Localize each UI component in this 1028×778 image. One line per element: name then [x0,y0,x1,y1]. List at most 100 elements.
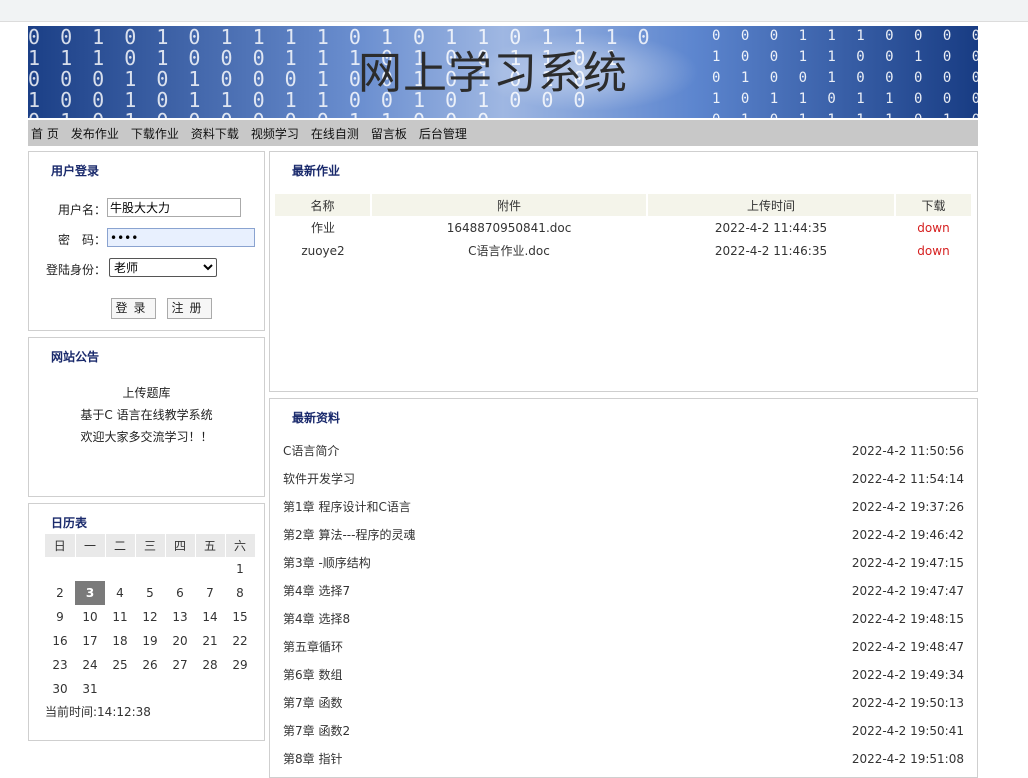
calendar-day[interactable]: 10 [75,605,105,629]
calendar-day[interactable]: 30 [45,677,75,701]
calendar-day[interactable]: 23 [45,653,75,677]
calendar-empty [135,677,165,701]
calendar-empty [165,557,195,581]
calendar-day[interactable]: 20 [165,629,195,653]
resource-time: 2022-4-2 11:50:56 [851,444,964,458]
calendar-day[interactable]: 31 [75,677,105,701]
calendar-day[interactable]: 9 [45,605,75,629]
homework-download-link[interactable]: down [895,239,972,262]
username-input[interactable] [107,198,241,217]
resource-item[interactable]: C语言简介 2022-4-2 11:50:56 [270,437,977,465]
calendar-day[interactable]: 8 [225,581,255,605]
calendar-day[interactable]: 1 [225,557,255,581]
calendar-day[interactable]: 3 [75,581,105,605]
binary-pattern-right: 0 0 0 1 1 1 0 0 0 0 0 1 0 1 0 0 1 1 0 0 1… [712,26,978,118]
resource-item[interactable]: 第2章 算法---程序的灵魂 2022-4-2 19:46:42 [270,521,977,549]
resource-item[interactable]: 第五章循环 2022-4-2 19:48:47 [270,633,977,661]
nav-link-6[interactable]: 留言板 [371,125,407,142]
resource-item[interactable]: 第4章 选择7 2022-4-2 19:47:47 [270,577,977,605]
right-column: 最新作业 名称 附件 上传时间 下载 作业 1648870950841.doc 20… [269,151,978,778]
calendar-day[interactable]: 18 [105,629,135,653]
homework-row: zuoye2 C语言作业.doc 2022-4-2 11:46:35 down [275,239,972,262]
calendar-day[interactable]: 17 [75,629,105,653]
password-input[interactable] [107,228,255,247]
login-title: 用户登录 [51,164,100,178]
resource-time: 2022-4-2 19:50:13 [851,696,964,710]
resource-item[interactable]: 第1章 程序设计和C语言 2022-4-2 19:37:26 [270,493,977,521]
resource-name[interactable]: 第2章 算法---程序的灵魂 [283,521,415,549]
homework-table: 名称 附件 上传时间 下载 作业 1648870950841.doc 2022-4-… [275,194,973,262]
calendar-day[interactable]: 11 [105,605,135,629]
binary-row: 0 0 0 1 1 1 0 0 0 0 0 1 0 [712,28,978,44]
resource-item[interactable]: 第4章 选择8 2022-4-2 19:48:15 [270,605,977,633]
calendar-day[interactable]: 24 [75,653,105,677]
calendar-day[interactable]: 22 [225,629,255,653]
resource-name[interactable]: 第五章循环 [283,633,343,661]
resource-name[interactable]: 第6章 数组 [283,661,342,689]
calendar-day[interactable]: 15 [225,605,255,629]
resource-name[interactable]: 第7章 函数2 [283,717,350,745]
calendar-empty [135,557,165,581]
calendar-day[interactable]: 26 [135,653,165,677]
calendar-day[interactable]: 13 [165,605,195,629]
nav-link-0[interactable]: 首 页 [31,125,59,142]
calendar-day[interactable]: 25 [105,653,135,677]
resource-time: 2022-4-2 19:47:47 [851,584,964,598]
password-label: 密 码： [57,233,106,247]
resource-name[interactable]: 第8章 指针 [283,745,342,773]
resource-item[interactable]: 第8章 指针 2022-4-2 19:51:08 [270,745,977,773]
resource-name[interactable]: 第3章 -顺序结构 [283,549,371,577]
calendar-day[interactable]: 28 [195,653,225,677]
nav-link-2[interactable]: 下载作业 [131,125,179,142]
main-nav: 首 页发布作业 下载作业 资料下载 视频学习 在线自测 留言板 后台管理 [28,120,978,146]
calendar-day[interactable]: 16 [45,629,75,653]
resource-name[interactable]: 第4章 选择8 [283,605,350,633]
resource-item[interactable]: 第7章 函数 2022-4-2 19:50:13 [270,689,977,717]
resource-item[interactable]: 第7章 函数2 2022-4-2 19:50:41 [270,717,977,745]
nav-link-5[interactable]: 在线自测 [311,125,359,142]
site-banner: 0 0 1 0 1 0 1 1 1 1 0 1 0 1 1 0 1 1 1 01… [28,26,978,118]
nav-link-7[interactable]: 后台管理 [419,125,467,142]
resource-item[interactable]: 第6章 数组 2022-4-2 19:49:34 [270,661,977,689]
weekday-cell: 六 [225,534,256,557]
calendar-day[interactable]: 5 [135,581,165,605]
resource-item[interactable]: 第3章 -顺序结构 2022-4-2 19:47:15 [270,549,977,577]
calendar-week: 16 17 18 19 20 21 22 [45,629,255,653]
calendar-day[interactable]: 6 [165,581,195,605]
resource-name[interactable]: 软件开发学习 [283,465,355,493]
binary-row: 1 0 0 1 1 0 0 1 0 0 1 0 1 [712,49,978,65]
resource-item[interactable]: 软件开发学习 2022-4-2 11:54:14 [270,465,977,493]
homework-download-link[interactable]: down [895,216,972,239]
nav-link-4[interactable]: 视频学习 [251,125,299,142]
calendar-empty [165,677,195,701]
nav-link-3[interactable]: 资料下载 [191,125,239,142]
calendar-day[interactable]: 19 [135,629,165,653]
resource-name[interactable]: 第4章 选择7 [283,577,350,605]
resource-name[interactable]: C语言简介 [283,437,339,465]
calendar-day[interactable]: 29 [225,653,255,677]
calendar-day[interactable]: 21 [195,629,225,653]
resource-time: 2022-4-2 19:51:08 [851,752,964,766]
calendar-day[interactable]: 14 [195,605,225,629]
nav-link-1[interactable]: 发布作业 [71,125,119,142]
resource-name[interactable]: 第1章 程序设计和C语言 [283,493,411,521]
calendar-day[interactable]: 4 [105,581,135,605]
calendar-day[interactable]: 2 [45,581,75,605]
notice-line: 基于C 语言在线教学系统 [80,408,213,422]
calendar-empty [225,677,255,701]
role-row: 登陆身份： 老师 [29,258,266,278]
weekday-cell: 五 [195,534,226,557]
username-row: 用户名： [29,198,266,218]
register-button[interactable]: 注册 [167,298,212,319]
login-button[interactable]: 登录 [111,298,156,319]
role-select[interactable]: 老师 [109,258,217,277]
homework-title: 最新作业 [292,164,341,178]
resource-time: 2022-4-2 19:48:47 [851,640,964,654]
calendar-week: 23 24 25 26 27 28 29 [45,653,255,677]
binary-row: 0 1 0 0 1 0 0 0 0 0 0 1 1 [712,70,978,86]
calendar-day[interactable]: 7 [195,581,225,605]
resource-name[interactable]: 第7章 函数 [283,689,342,717]
calendar-day[interactable]: 27 [165,653,195,677]
calendar-day[interactable]: 12 [135,605,165,629]
weekday-cell: 三 [135,534,166,557]
